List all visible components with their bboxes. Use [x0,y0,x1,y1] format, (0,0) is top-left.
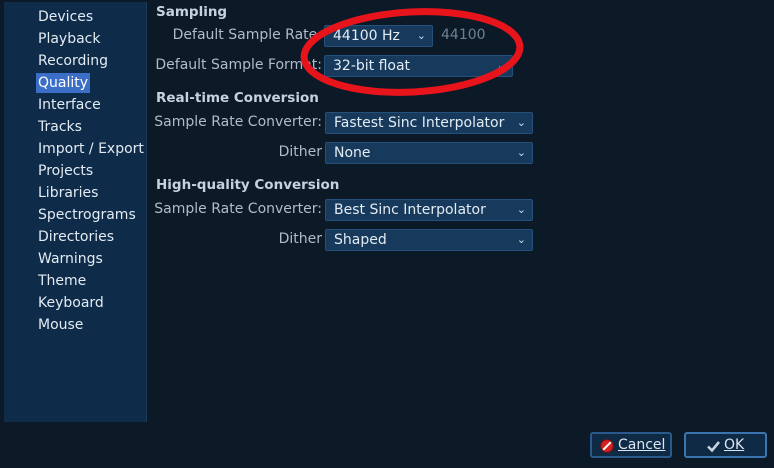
realtime-conversion-section-title: Real-time Conversion [156,90,319,106]
sidebar-item-devices[interactable]: Devices [36,7,95,27]
hq-dither-label: Dither [278,231,322,247]
sidebar-item-interface[interactable]: Interface [36,95,103,115]
cancel-button[interactable]: Cancel [590,432,672,458]
ok-button[interactable]: OK [684,432,767,458]
high-quality-conversion-section-title: High-quality Conversion [156,177,340,193]
realtime-sample-rate-converter-label: Sample Rate Converter: [154,114,322,130]
hq-converter-value: Best Sinc Interpolator [334,202,486,218]
sidebar-item-warnings[interactable]: Warnings [36,249,105,269]
chevron-down-icon: ⌄ [516,203,526,216]
sidebar-item-tracks[interactable]: Tracks [36,117,84,137]
realtime-dither-label: Dither [278,144,322,160]
red-annotation-ellipse [300,8,524,96]
sidebar-item-keyboard[interactable]: Keyboard [36,293,106,313]
sidebar-item-import-export[interactable]: Import / Export [36,139,146,159]
realtime-dither-value: None [334,145,371,161]
hq-dither-select[interactable]: Shaped ⌄ [325,229,533,251]
sampling-section-title: Sampling [156,4,228,20]
chevron-down-icon: ⌄ [516,146,526,159]
realtime-dither-select[interactable]: None ⌄ [325,142,533,164]
hq-sample-rate-converter-select[interactable]: Best Sinc Interpolator ⌄ [325,199,533,221]
hq-dither-value: Shaped [334,232,387,248]
sidebar-item-playback[interactable]: Playback [36,29,102,49]
cancel-button-label: Cancel [618,437,666,453]
sidebar-item-recording[interactable]: Recording [36,51,110,71]
hq-sample-rate-converter-label: Sample Rate Converter: [154,201,322,217]
realtime-sample-rate-converter-select[interactable]: Fastest Sinc Interpolator ⌄ [325,112,533,134]
cancel-icon [600,438,614,453]
sidebar-item-spectrograms[interactable]: Spectrograms [36,205,138,225]
preferences-category-list: Devices Playback Recording Quality Inter… [4,2,147,422]
ok-button-label: OK [724,437,745,453]
checkmark-icon [706,438,721,453]
chevron-down-icon: ⌄ [516,233,526,246]
sidebar-item-theme[interactable]: Theme [36,271,88,291]
sidebar-item-libraries[interactable]: Libraries [36,183,100,203]
realtime-converter-value: Fastest Sinc Interpolator [334,115,505,131]
sidebar-item-projects[interactable]: Projects [36,161,95,181]
sidebar-item-mouse[interactable]: Mouse [36,315,85,335]
default-sample-format-label: Default Sample Format: [155,57,322,73]
sidebar-item-quality[interactable]: Quality [36,73,91,93]
chevron-down-icon: ⌄ [516,116,526,129]
sidebar-item-directories[interactable]: Directories [36,227,116,247]
